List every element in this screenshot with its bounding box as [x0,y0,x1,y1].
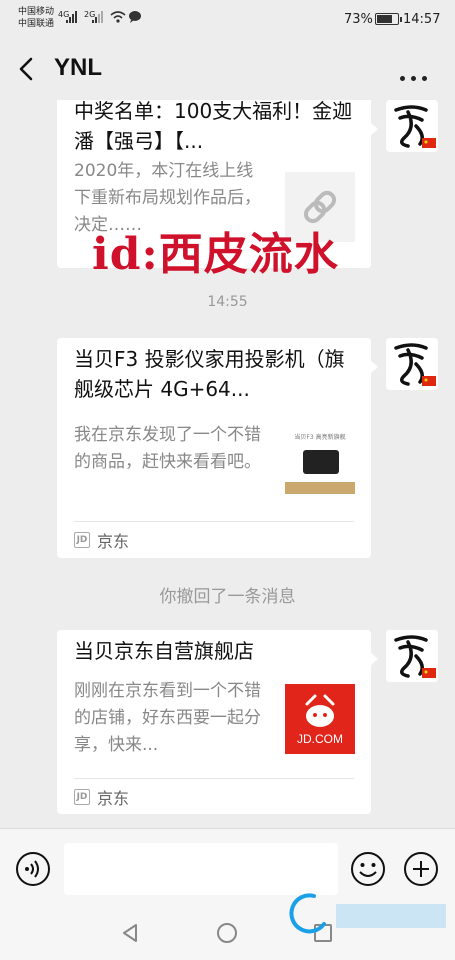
card-title: 中奖名单：100支大福利！金迦潘【强弓】【... [74,100,353,153]
card-description: 刚刚在京东看到一个不错的店铺，好东西要一起分享，快来... [74,681,261,755]
signal-icon-2 [92,11,103,23]
source-label: 京东 [97,532,130,551]
timestamp: 14:55 [207,294,248,310]
signal-icon [66,11,77,23]
voice-input-icon[interactable] [15,851,51,887]
thumbnail-caption: 当贝F3 高亮新旗舰 [294,434,346,441]
message-list[interactable]: 中奖名单：100支大福利！金迦潘【强弓】【... 2020年，本汀在线上线下重新… [0,100,455,826]
bubble-tail [370,652,378,666]
message-notification-icon [129,11,141,23]
bubble-tail [370,122,378,136]
carrier-2: 中国联通 [18,19,55,29]
source-label: 京东 [97,789,130,808]
avatar[interactable] [386,100,438,152]
jd-logo-icon: JD [74,532,90,548]
jd-logo-icon: JD [74,789,90,805]
system-back-icon[interactable] [120,922,142,944]
card-title: 当贝F3 投影仪家用投影机（旗舰级芯片 4G+64... [74,347,345,401]
site-watermark-logo-icon [289,893,446,934]
avatar[interactable] [386,338,438,390]
carrier-1: 中国移动 [18,7,55,17]
calligraphy-avatar-icon [394,105,436,148]
product-card-message[interactable]: 当贝F3 投影仪家用投影机（旗舰级芯片 4G+64... 我在京东发现了一个不错… [57,338,378,558]
plus-icon[interactable] [403,851,439,887]
status-time: 14:57 [403,12,441,27]
bubble-tail [370,360,378,374]
thumbnail-banner [285,482,355,494]
system-home-icon[interactable] [216,922,238,944]
store-card-message[interactable]: 当贝京东自营旗舰店 刚刚在京东看到一个不错的店铺，好东西要一起分享，快来... … [57,630,378,814]
back-arrow-icon[interactable] [14,56,40,82]
battery-icon [375,13,402,25]
product-thumbnail: 当贝F3 高亮新旗舰 [285,428,355,498]
chat-header: YNL [0,40,455,100]
card-description: 我在京东发现了一个不错的商品，赶快来看看吧。 [74,425,261,472]
card-title: 当贝京东自营旗舰店 [74,639,254,663]
battery-percent: 73% [344,12,373,27]
recall-notice: 你撤回了一条消息 [159,587,296,607]
calligraphy-avatar-icon [394,343,436,386]
chat-title: YNL [54,54,102,81]
wifi-icon [110,11,126,23]
emoji-icon[interactable] [350,851,386,887]
avatar[interactable] [386,630,438,682]
card-source: JD 京东 [74,521,354,557]
projector-image [303,450,339,474]
status-bar: 中国移动 中国联通 4G 2G 73% 14:57 [0,0,455,40]
card-source: JD 京东 [74,778,354,814]
jd-store-thumbnail: JD.COM [285,684,355,754]
jd-com-label: JD.COM [297,732,343,746]
id-watermark: id:西皮流水 [92,229,339,280]
more-options-icon[interactable] [400,66,434,81]
carrier-info: 中国移动 中国联通 [18,6,54,30]
calligraphy-avatar-icon [394,635,436,678]
